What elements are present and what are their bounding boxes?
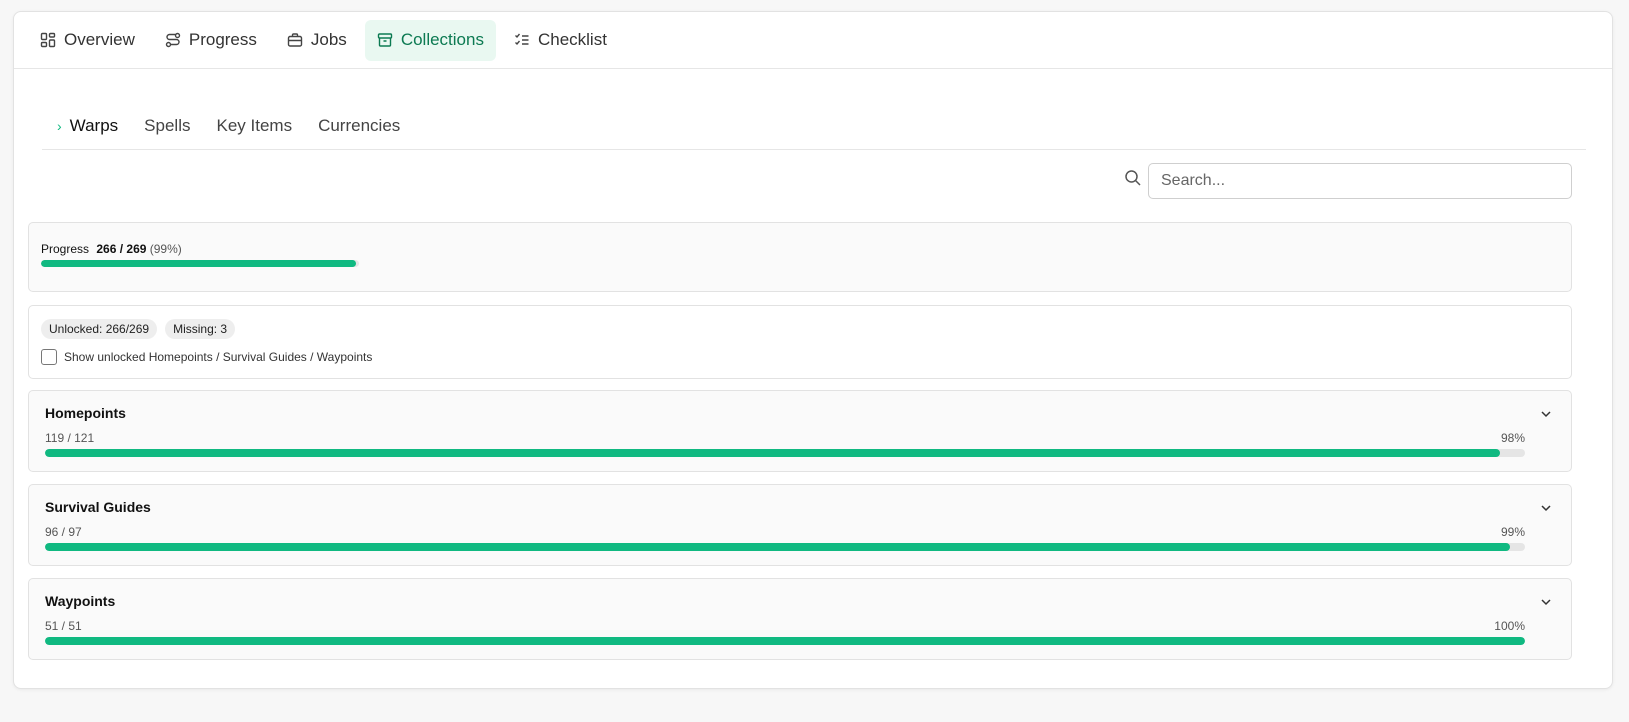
sub-nav: › Warps Spells Key Items Currencies [42, 104, 1586, 150]
group-progress-fill [45, 543, 1511, 551]
group-progress-bar [45, 449, 1525, 457]
group-waypoints[interactable]: Waypoints 51 / 51 100% [28, 578, 1572, 660]
route-icon [165, 32, 181, 48]
top-nav: Overview Progress Jobs Collections Check… [14, 12, 1612, 69]
tab-jobs[interactable]: Jobs [275, 20, 359, 61]
chevron-down-icon[interactable] [1539, 407, 1553, 421]
group-homepoints[interactable]: Homepoints 119 / 121 98% [28, 390, 1572, 472]
chevron-down-icon[interactable] [1539, 595, 1553, 609]
group-title: Homepoints [45, 405, 126, 421]
show-unlocked-label: Show unlocked Homepoints / Survival Guid… [64, 350, 373, 364]
briefcase-icon [287, 33, 303, 47]
group-title: Waypoints [45, 593, 116, 609]
subtab-warps-label: Warps [69, 116, 119, 135]
subtab-spells-label: Spells [144, 116, 191, 135]
overall-progress: Progress 266 / 269 (99%) [28, 222, 1572, 292]
subtab-key-items[interactable]: Key Items [203, 104, 305, 136]
subtab-key-items-label: Key Items [216, 116, 293, 135]
group-count: 119 / 121 [45, 431, 95, 445]
group-percent: 99% [1500, 525, 1525, 539]
tab-collections[interactable]: Collections [364, 19, 496, 61]
dashboard-icon [40, 32, 56, 48]
show-unlocked-toggle[interactable]: Show unlocked Homepoints / Survival Guid… [41, 349, 1559, 365]
group-meta: 96 / 97 99% [45, 525, 1525, 539]
search-icon [1125, 170, 1141, 186]
tab-progress-label: Progress [188, 30, 257, 49]
progress-bar-fill [41, 260, 356, 267]
unlocked-badge: Unlocked: 266/269 [41, 319, 158, 339]
group-count: 96 / 97 [45, 525, 82, 539]
tab-overview-label: Overview [64, 30, 135, 49]
search-input[interactable] [1148, 163, 1572, 199]
tab-checklist[interactable]: Checklist [502, 20, 619, 61]
group-progress-bar [45, 543, 1525, 551]
progress-percent: (99%) [149, 242, 182, 256]
subtab-currencies-label: Currencies [318, 116, 401, 135]
subtab-spells[interactable]: Spells [131, 104, 203, 136]
tab-progress[interactable]: Progress [153, 20, 269, 61]
group-percent: 100% [1494, 619, 1525, 633]
group-progress-fill [45, 637, 1525, 645]
group-title: Survival Guides [45, 499, 151, 515]
group-meta: 119 / 121 98% [45, 431, 1525, 445]
subtab-currencies[interactable]: Currencies [305, 104, 413, 136]
group-percent: 98% [1500, 431, 1525, 445]
group-count: 51 / 51 [45, 619, 82, 633]
tab-jobs-label: Jobs [310, 30, 347, 49]
progress-bar [41, 260, 359, 267]
subtab-warps[interactable]: › Warps [42, 104, 131, 136]
badge-row: Unlocked: 266/269 Missing: 3 [41, 319, 1559, 339]
chevron-down-icon[interactable] [1539, 501, 1553, 515]
group-survival-guides[interactable]: Survival Guides 96 / 97 99% [28, 484, 1572, 566]
progress-count: 266 / 269 [96, 242, 147, 256]
missing-badge: Missing: 3 [165, 319, 236, 339]
tab-collections-label: Collections [400, 30, 484, 49]
group-meta: 51 / 51 100% [45, 619, 1525, 633]
checklist-icon [514, 33, 529, 46]
tab-checklist-label: Checklist [537, 30, 607, 49]
group-progress-fill [45, 449, 1500, 457]
progress-text: Progress 266 / 269 (99%) [41, 242, 1559, 256]
summary-panel: Unlocked: 266/269 Missing: 3 Show unlock… [28, 305, 1572, 379]
archive-icon [377, 33, 393, 47]
group-progress-bar [45, 637, 1525, 645]
show-unlocked-checkbox[interactable] [41, 349, 57, 365]
tab-overview[interactable]: Overview [28, 20, 147, 61]
chevron-right-icon: › [57, 118, 62, 134]
progress-label: Progress [41, 242, 90, 256]
